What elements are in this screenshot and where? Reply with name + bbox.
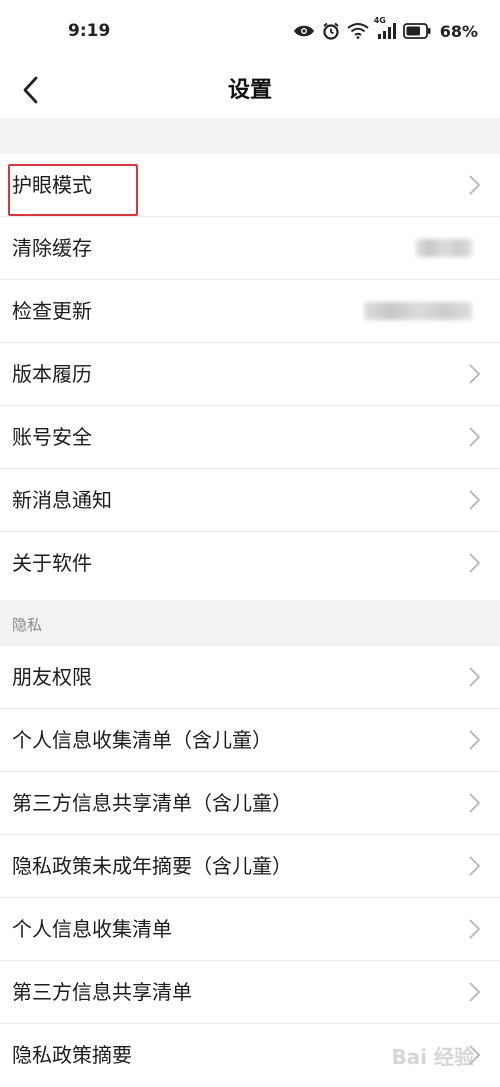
nav-bar: 设置 (0, 62, 500, 118)
chevron-right-icon (469, 919, 481, 939)
eye-icon (293, 25, 314, 37)
settings-item-label: 新消息通知 (12, 488, 112, 512)
status-icons: 4G 68% (293, 16, 478, 41)
privacy-list: 朋友权限 个人信息收集清单（含儿童） 第三方信息共享清单（含儿童） 隐私政策未成… (0, 646, 500, 1087)
privacy-item-label: 隐私政策摘要 (12, 1043, 132, 1067)
settings-item-notifications[interactable]: 新消息通知 (0, 469, 500, 532)
privacy-item-label: 朋友权限 (12, 665, 92, 689)
chevron-right-icon (469, 982, 481, 1002)
chevron-right-icon (469, 175, 481, 195)
privacy-item-label: 隐私政策未成年摘要（含儿童） (12, 854, 292, 878)
settings-item-label: 账号安全 (12, 425, 92, 449)
settings-item-check-update[interactable]: 检查更新 (0, 280, 500, 343)
chevron-right-icon (469, 490, 481, 510)
battery-percentage: 68% (439, 21, 478, 41)
settings-item-about[interactable]: 关于软件 (0, 532, 500, 595)
section-header-privacy: 隐私 (0, 600, 500, 646)
privacy-item-minor-policy-children[interactable]: 隐私政策未成年摘要（含儿童） (0, 835, 500, 898)
chevron-right-icon (469, 793, 481, 813)
settings-list: 护眼模式 清除缓存 检查更新 版本履历 账号安全 新消息通知 关于软件 (0, 154, 500, 595)
page-title: 设置 (227, 78, 272, 103)
status-bar: 9:19 4G 68% (0, 0, 500, 62)
section-spacer (0, 118, 500, 154)
privacy-item-label: 第三方信息共享清单 (12, 980, 192, 1004)
settings-item-version-history[interactable]: 版本履历 (0, 343, 500, 406)
chevron-right-icon (469, 427, 481, 447)
settings-item-label: 检查更新 (12, 299, 92, 323)
privacy-item-personal-info[interactable]: 个人信息收集清单 (0, 898, 500, 961)
settings-item-label: 版本履历 (12, 362, 92, 386)
privacy-item-third-party-children[interactable]: 第三方信息共享清单（含儿童） (0, 772, 500, 835)
chevron-right-icon (469, 667, 481, 687)
wifi-icon (347, 23, 369, 39)
status-time: 9:19 (68, 21, 111, 41)
privacy-item-label: 个人信息收集清单（含儿童） (12, 728, 272, 752)
settings-item-label: 关于软件 (12, 551, 92, 575)
privacy-item-friend-permissions[interactable]: 朋友权限 (0, 646, 500, 709)
chevron-right-icon (469, 730, 481, 750)
battery-icon (402, 23, 431, 39)
privacy-item-third-party[interactable]: 第三方信息共享清单 (0, 961, 500, 1024)
privacy-item-label: 第三方信息共享清单（含儿童） (12, 791, 292, 815)
highlight-annotation-box (8, 164, 138, 216)
alarm-icon (323, 22, 339, 40)
privacy-item-label: 个人信息收集清单 (12, 917, 172, 941)
chevron-right-icon (469, 553, 481, 573)
chevron-right-icon (469, 856, 481, 876)
settings-item-label: 清除缓存 (12, 236, 92, 260)
chevron-right-icon (469, 364, 481, 384)
settings-item-clear-cache[interactable]: 清除缓存 (0, 217, 500, 280)
section-header-label: 隐私 (12, 616, 43, 634)
privacy-item-personal-info-children[interactable]: 个人信息收集清单（含儿童） (0, 709, 500, 772)
baidu-watermark: Bai 经验 (391, 1045, 474, 1069)
signal-icon: 4G (374, 16, 396, 39)
settings-item-account-security[interactable]: 账号安全 (0, 406, 500, 469)
version-value (364, 302, 472, 320)
cache-size-value (416, 239, 472, 257)
